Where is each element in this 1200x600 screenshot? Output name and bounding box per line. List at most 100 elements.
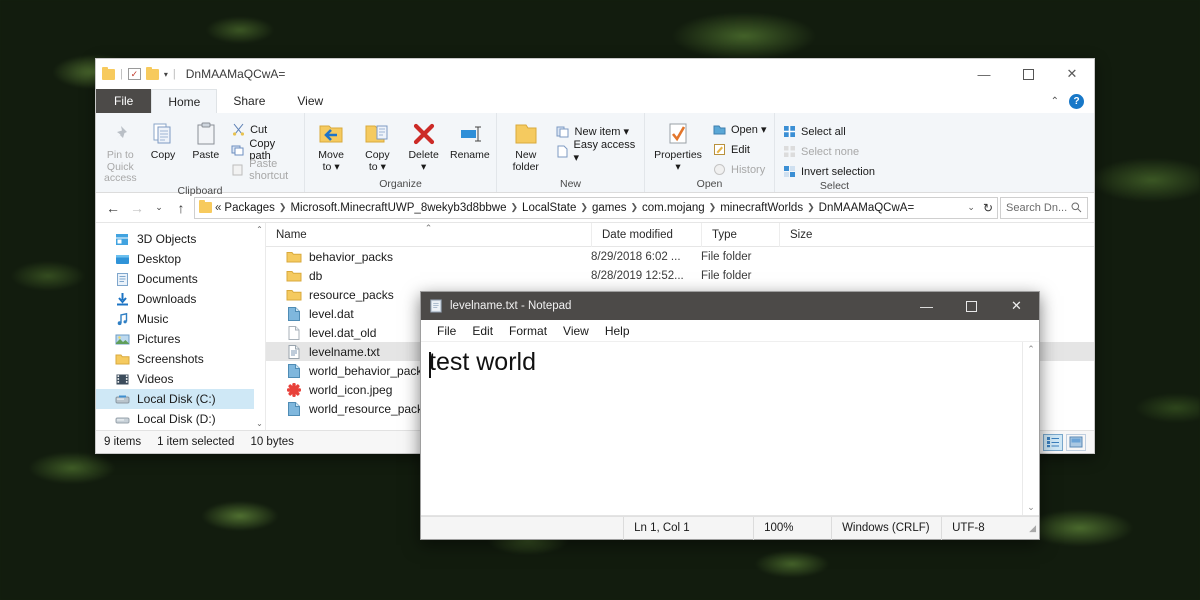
chevron-right-icon: ❯ (580, 202, 588, 212)
breadcrumb-com-mojang[interactable]: com.mojang (642, 202, 705, 214)
column-headers[interactable]: ⌃ Name Date modified Type Size (266, 222, 1094, 247)
resize-grip-icon[interactable]: ◢ (1029, 523, 1039, 534)
menu-view[interactable]: View (555, 324, 597, 338)
breadcrumb-minecraftuwp[interactable]: Microsoft.MinecraftUWP_8wekyb3d8bbwe (290, 202, 506, 214)
ribbon-button-label: Open ▾ (731, 124, 767, 136)
back-button[interactable]: ← (102, 200, 124, 216)
breadcrumb-current-folder[interactable]: DnMAAMaQCwA= (819, 202, 915, 214)
tab-share[interactable]: Share (217, 89, 281, 113)
notepad-vertical-scrollbar[interactable]: ⌃ ⌄ (1022, 342, 1039, 515)
ribbon-button-select-all[interactable]: Select all (779, 123, 878, 140)
ribbon-button-edit[interactable]: Edit (709, 141, 770, 158)
breadcrumb-localstate[interactable]: LocalState (522, 202, 576, 214)
notepad-window-controls[interactable]: — ✕ (904, 292, 1039, 320)
search-input[interactable]: Search Dn... (1000, 196, 1088, 219)
column-header-type[interactable]: Type (701, 222, 779, 247)
notepad-title-bar[interactable]: levelname.txt - Notepad — ✕ (421, 292, 1039, 320)
ribbon-tab-bar[interactable]: File Home Share View ⌃ ? (96, 89, 1094, 113)
ribbon-button-rename[interactable]: Rename (448, 117, 492, 162)
minimize-button[interactable]: — (962, 59, 1006, 89)
sidebar-item-3d-objects[interactable]: 3D Objects (96, 229, 265, 249)
ribbon-button-paste[interactable]: Paste (185, 117, 226, 162)
details-view-icon[interactable] (1043, 433, 1063, 451)
sidebar-item-documents[interactable]: Documents (96, 269, 265, 289)
help-icon[interactable]: ? (1069, 93, 1084, 109)
minimize-button[interactable]: — (904, 292, 949, 320)
menu-format[interactable]: Format (501, 324, 555, 338)
forward-button[interactable]: → (126, 200, 148, 216)
scroll-down-icon[interactable]: ⌄ (256, 419, 263, 428)
ribbon-button-cut[interactable]: Cut (228, 121, 300, 138)
column-header-size[interactable]: Size (779, 222, 849, 247)
sidebar-item-downloads[interactable]: Downloads (96, 289, 265, 309)
ribbon-button-copy-path[interactable]: Copy path (228, 138, 300, 162)
tab-view[interactable]: View (281, 89, 339, 113)
column-header-date-modified[interactable]: Date modified (591, 222, 701, 247)
tab-home[interactable]: Home (151, 89, 218, 113)
address-breadcrumb-bar[interactable]: « Packages ❯ Microsoft.MinecraftUWP_8wek… (194, 196, 998, 219)
large-icons-view-icon[interactable] (1066, 433, 1086, 451)
chevron-up-icon[interactable]: ⌃ (1051, 96, 1059, 107)
tab-file[interactable]: File (96, 89, 152, 113)
ribbon-button-move-to[interactable]: Move to ▾ (309, 117, 353, 173)
notepad-menu-bar[interactable]: File Edit Format View Help (421, 320, 1039, 342)
ribbon-button-pin-to-quick-access[interactable]: Pin to Quick access (100, 117, 141, 185)
ribbon[interactable]: Pin to Quick access Copy Paste Cut Copy … (96, 113, 1094, 197)
navigation-pane[interactable]: 3D Objects Desktop Documents Downloads M… (96, 223, 266, 430)
recent-locations-button[interactable]: ⌄ (150, 202, 168, 213)
sidebar-item-music[interactable]: Music (96, 309, 265, 329)
explorer-title-bar[interactable]: | ✓ ▾ | DnMAAMaQCwA= — ✕ (96, 59, 1094, 89)
breadcrumb-minecraftworlds[interactable]: minecraftWorlds (720, 202, 803, 214)
ribbon-button-delete[interactable]: Delete ▾ (402, 117, 446, 173)
ribbon-button-label: Select all (801, 125, 846, 138)
navigation-pane-scrollbar[interactable]: ⌃ ⌄ (254, 223, 265, 430)
scroll-up-icon[interactable]: ⌃ (1027, 344, 1035, 355)
maximize-button[interactable] (949, 292, 994, 320)
file-name-cell[interactable]: db (266, 268, 591, 284)
ribbon-button-new-folder[interactable]: New folder (501, 117, 551, 173)
explorer-window-controls[interactable]: — ✕ (962, 59, 1094, 89)
close-button[interactable]: ✕ (1050, 59, 1094, 89)
chevron-down-icon[interactable]: ⌄ (967, 202, 975, 213)
sidebar-item-pictures[interactable]: Pictures (96, 329, 265, 349)
table-row[interactable]: behavior_packs 8/29/2018 6:02 ... File f… (266, 247, 1094, 266)
refresh-icon[interactable]: ↻ (983, 201, 993, 215)
ribbon-button-new-item[interactable]: New item ▾ (553, 123, 640, 140)
menu-file[interactable]: File (429, 324, 464, 338)
sidebar-item-local-disk-d[interactable]: Local Disk (D:) (96, 409, 265, 429)
ribbon-button-copy[interactable]: Copy (143, 117, 184, 162)
scroll-up-icon[interactable]: ⌃ (256, 225, 263, 234)
ribbon-button-easy-access[interactable]: Easy access ▾ (553, 139, 640, 164)
menu-help[interactable]: Help (597, 324, 638, 338)
table-row[interactable]: db 8/28/2019 12:52... File folder (266, 266, 1094, 285)
new-folder-icon[interactable] (145, 66, 159, 80)
up-button[interactable]: ↑ (170, 200, 192, 216)
sidebar-item-local-disk-c[interactable]: Local Disk (C:) (96, 389, 265, 409)
file-name-cell[interactable]: behavior_packs (266, 249, 591, 265)
notepad-window[interactable]: levelname.txt - Notepad — ✕ File Edit Fo… (420, 291, 1040, 540)
column-header-name[interactable]: ⌃ Name (266, 223, 591, 247)
ribbon-button-properties[interactable]: Properties ▾ (649, 117, 707, 173)
ribbon-button-copy-to[interactable]: Copy to ▾ (355, 117, 399, 173)
address-bar-actions[interactable]: ⌄ ↻ (961, 201, 993, 215)
close-button[interactable]: ✕ (994, 292, 1039, 320)
sidebar-item-videos[interactable]: Videos (96, 369, 265, 389)
ribbon-button-open[interactable]: Open ▾ (709, 121, 770, 138)
ribbon-tab-right[interactable]: ⌃ ? (1051, 89, 1090, 113)
properties-icon[interactable]: ✓ (127, 68, 141, 80)
breadcrumb-games[interactable]: games (592, 202, 627, 214)
menu-edit[interactable]: Edit (464, 324, 501, 338)
sidebar-item-desktop[interactable]: Desktop (96, 249, 265, 269)
quick-access-toolbar[interactable]: | ✓ ▾ | (102, 66, 176, 80)
view-mode-buttons[interactable] (1043, 433, 1086, 451)
scroll-down-icon[interactable]: ⌄ (1027, 502, 1035, 513)
chevron-right-icon: ❯ (630, 202, 639, 212)
customize-caret-icon[interactable]: ▾ (164, 70, 168, 79)
ribbon-group-clipboard: Pin to Quick access Copy Paste Cut Copy … (96, 113, 304, 197)
breadcrumb-packages[interactable]: Packages (224, 202, 275, 214)
maximize-button[interactable] (1006, 59, 1050, 89)
file-name: resource_packs (309, 287, 394, 302)
sidebar-item-screenshots[interactable]: Screenshots (96, 349, 265, 369)
ribbon-button-invert-selection[interactable]: Invert selection (779, 163, 878, 180)
notepad-text-area[interactable]: test world ⌃ ⌄ (421, 342, 1039, 516)
